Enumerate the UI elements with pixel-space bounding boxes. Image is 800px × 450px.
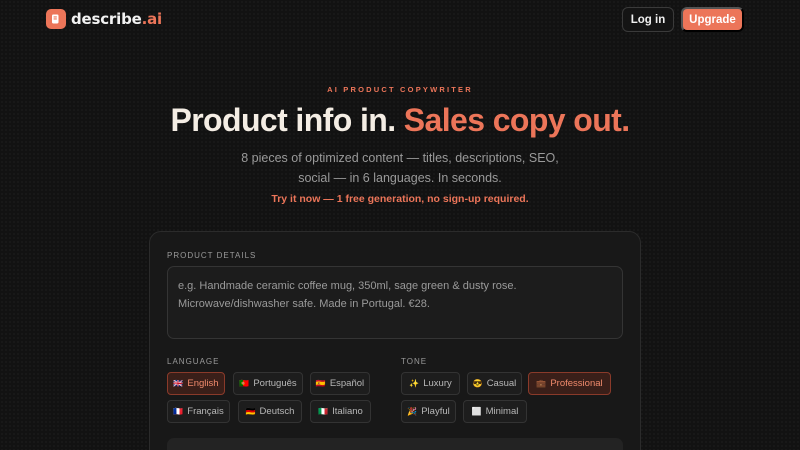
uk-flag-icon: 🇬🇧 [173, 378, 184, 388]
trial-note: Try it now — 1 free generation, no sign-… [271, 193, 529, 205]
language-option-italiano[interactable]: 🇮🇹 Italiano [310, 400, 371, 423]
tone-option-luxury[interactable]: ✨ Luxury [401, 372, 460, 395]
language-option-label: Deutsch [259, 406, 295, 417]
language-label: LANGUAGE [167, 357, 220, 366]
upgrade-button[interactable]: Upgrade [681, 7, 744, 32]
logo-icon [46, 9, 66, 29]
tone-option-label: Luxury [423, 378, 452, 389]
language-option-francais[interactable]: 🇫🇷 Français [167, 400, 230, 423]
white-square-icon: ⬜ [471, 406, 482, 416]
tone-option-minimal[interactable]: ⬜ Minimal [463, 400, 527, 423]
language-option-label: Français [187, 406, 224, 417]
language-option-espanol[interactable]: 🇪🇸 Español [310, 372, 370, 395]
subtitle-line-2: social — in 6 languages. In seconds. [298, 171, 502, 185]
headline-accent: Sales copy out. [403, 102, 630, 138]
italy-flag-icon: 🇮🇹 [318, 406, 329, 416]
hero-subtitle: 8 pieces of optimized content — titles, … [200, 148, 600, 188]
language-option-label: English [187, 378, 219, 389]
tone-label: TONE [401, 357, 428, 366]
headline-main: Product info in. [170, 102, 404, 138]
germany-flag-icon: 🇩🇪 [245, 406, 256, 416]
tone-option-professional[interactable]: 💼 Professional [528, 372, 611, 395]
brand-logo[interactable]: describe.ai [46, 9, 162, 29]
language-option-english[interactable]: 🇬🇧 English [167, 372, 225, 395]
tone-option-label: Professional [550, 378, 603, 389]
generate-button[interactable] [167, 438, 623, 450]
hero-headline: Product info in. Sales copy out. [0, 102, 800, 139]
sunglasses-face-icon: 😎 [472, 378, 483, 388]
sparkles-icon: ✨ [409, 378, 420, 388]
language-option-label: Português [253, 378, 297, 389]
language-option-deutsch[interactable]: 🇩🇪 Deutsch [238, 400, 302, 423]
france-flag-icon: 🇫🇷 [173, 406, 184, 416]
login-button[interactable]: Log in [622, 7, 674, 32]
generator-card: PRODUCT DETAILS LANGUAGE TONE 🇬🇧 English… [149, 231, 641, 450]
tone-option-playful[interactable]: 🎉 Playful [401, 400, 456, 423]
language-option-label: Español [329, 378, 365, 389]
language-option-label: Italiano [332, 406, 363, 417]
hero-eyebrow: AI PRODUCT COPYWRITER [327, 85, 473, 94]
portugal-flag-icon: 🇵🇹 [239, 378, 250, 388]
tone-option-label: Playful [421, 406, 450, 417]
brand-name: describe.ai [71, 10, 162, 28]
language-option-portugues[interactable]: 🇵🇹 Português [233, 372, 303, 395]
top-nav: describe.ai Log in Upgrade [0, 0, 800, 40]
spain-flag-icon: 🇪🇸 [315, 378, 326, 388]
tone-option-label: Minimal [485, 406, 519, 417]
subtitle-line-1: 8 pieces of optimized content — titles, … [241, 151, 559, 165]
briefcase-icon: 💼 [536, 378, 547, 388]
party-popper-icon: 🎉 [407, 406, 418, 416]
tone-option-label: Casual [486, 378, 517, 389]
product-details-input[interactable] [167, 266, 623, 339]
tone-option-casual[interactable]: 😎 Casual [467, 372, 522, 395]
product-details-label: PRODUCT DETAILS [167, 251, 257, 260]
